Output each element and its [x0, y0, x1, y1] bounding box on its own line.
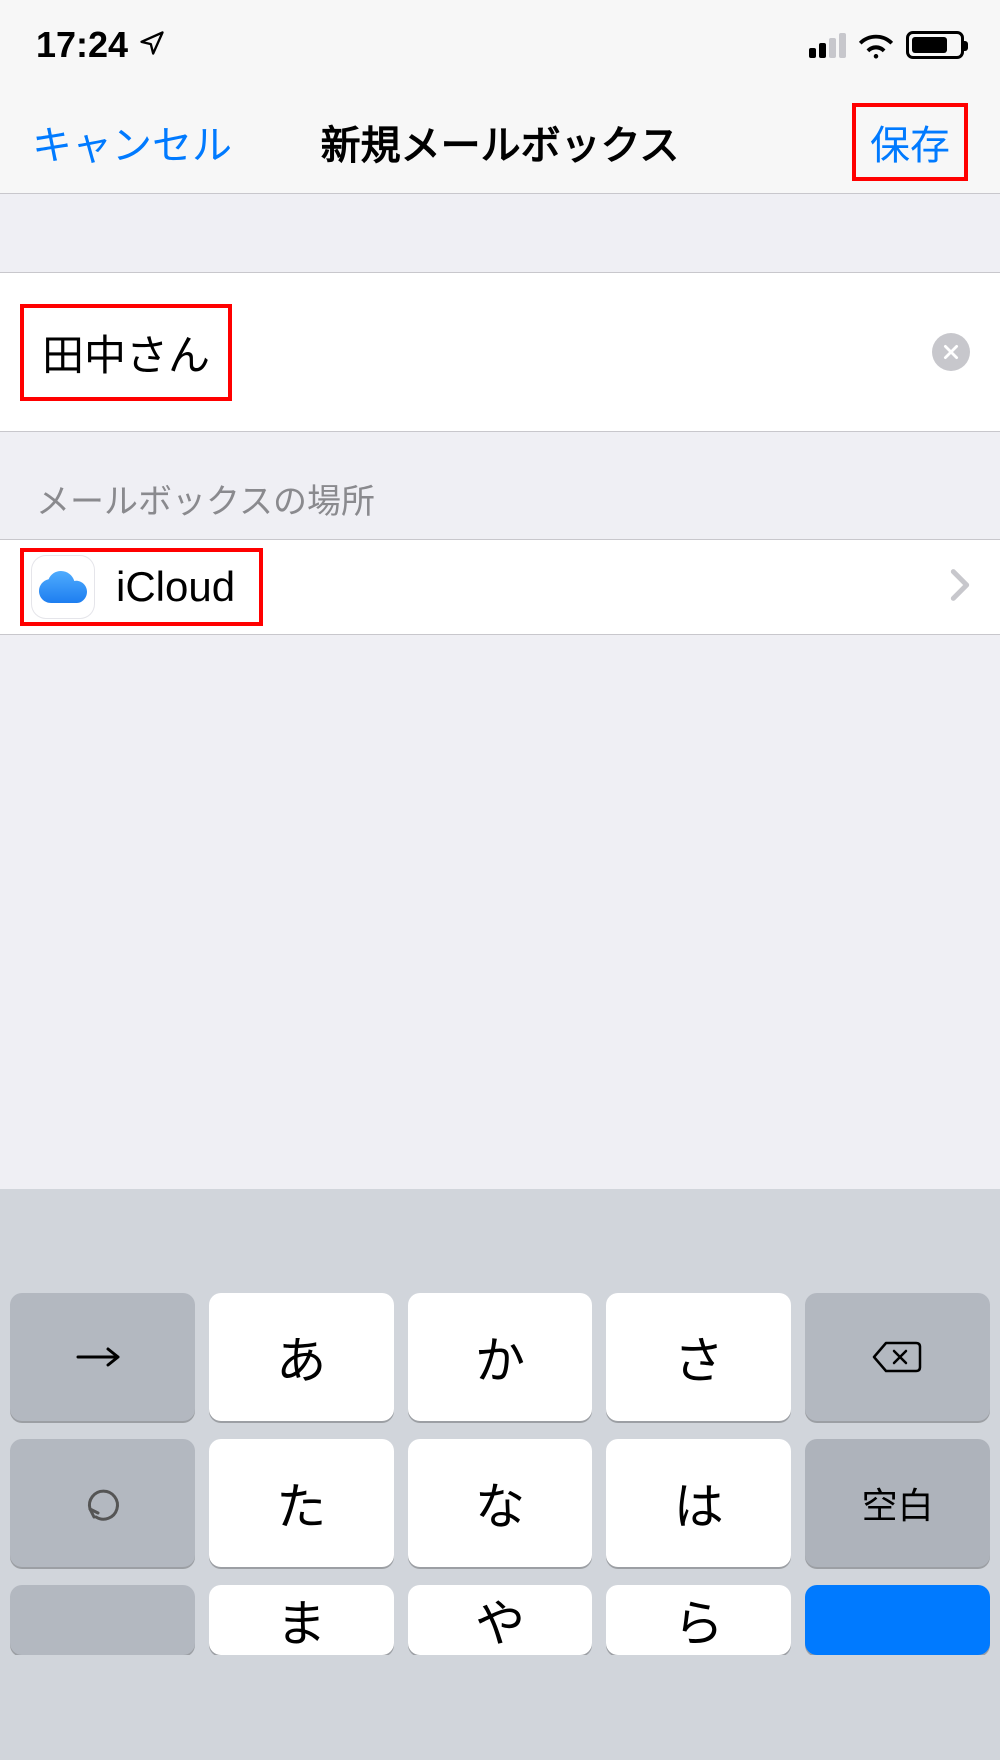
icloud-icon: [32, 556, 94, 618]
clear-text-button[interactable]: [932, 333, 970, 371]
keyboard-row-2: た な は 空白: [10, 1439, 990, 1567]
key-backspace[interactable]: [805, 1293, 990, 1421]
status-time-group: 17:24: [36, 24, 166, 66]
navigation-bar: キャンセル 新規メールボックス 保存: [0, 90, 1000, 194]
key-ya[interactable]: や: [408, 1585, 593, 1655]
save-button[interactable]: 保存: [870, 124, 950, 168]
mailbox-name-input[interactable]: 田中さん: [42, 332, 210, 379]
key-next-candidate[interactable]: [10, 1293, 195, 1421]
cellular-signal-icon: [809, 32, 846, 58]
mailbox-location-label: iCloud: [116, 563, 235, 611]
key-ha[interactable]: は: [606, 1439, 791, 1567]
section-header-location: メールボックスの場所: [0, 432, 1000, 539]
key-ra[interactable]: ら: [606, 1585, 791, 1655]
key-return[interactable]: [805, 1585, 990, 1655]
mailbox-name-highlight: 田中さん: [20, 304, 232, 401]
keyboard: あ か さ た な は 空白 ま や ら: [0, 1189, 1000, 1760]
mailbox-location-row[interactable]: iCloud: [0, 539, 1000, 635]
keyboard-row-3: ま や ら: [10, 1585, 990, 1655]
location-services-icon: [138, 24, 166, 66]
chevron-right-icon: [950, 568, 970, 607]
cancel-button[interactable]: キャンセル: [32, 113, 232, 171]
keyboard-suggestion-bar[interactable]: [10, 1205, 990, 1293]
key-undo[interactable]: [10, 1439, 195, 1567]
save-button-highlight: 保存: [852, 103, 968, 181]
mailbox-name-row[interactable]: 田中さん: [0, 272, 1000, 432]
key-mode-switch[interactable]: [10, 1585, 195, 1655]
page-title: 新規メールボックス: [321, 113, 680, 171]
key-ta[interactable]: た: [209, 1439, 394, 1567]
key-ka[interactable]: か: [408, 1293, 593, 1421]
key-na[interactable]: な: [408, 1439, 593, 1567]
key-sa[interactable]: さ: [606, 1293, 791, 1421]
status-right: [809, 31, 964, 59]
key-ma[interactable]: ま: [209, 1585, 394, 1655]
battery-icon: [906, 31, 964, 59]
status-time: 17:24: [36, 24, 128, 66]
wifi-icon: [858, 31, 894, 59]
key-space[interactable]: 空白: [805, 1439, 990, 1567]
keyboard-row-1: あ か さ: [10, 1293, 990, 1421]
key-a[interactable]: あ: [209, 1293, 394, 1421]
status-bar: 17:24: [0, 0, 1000, 90]
location-highlight: iCloud: [20, 548, 263, 626]
